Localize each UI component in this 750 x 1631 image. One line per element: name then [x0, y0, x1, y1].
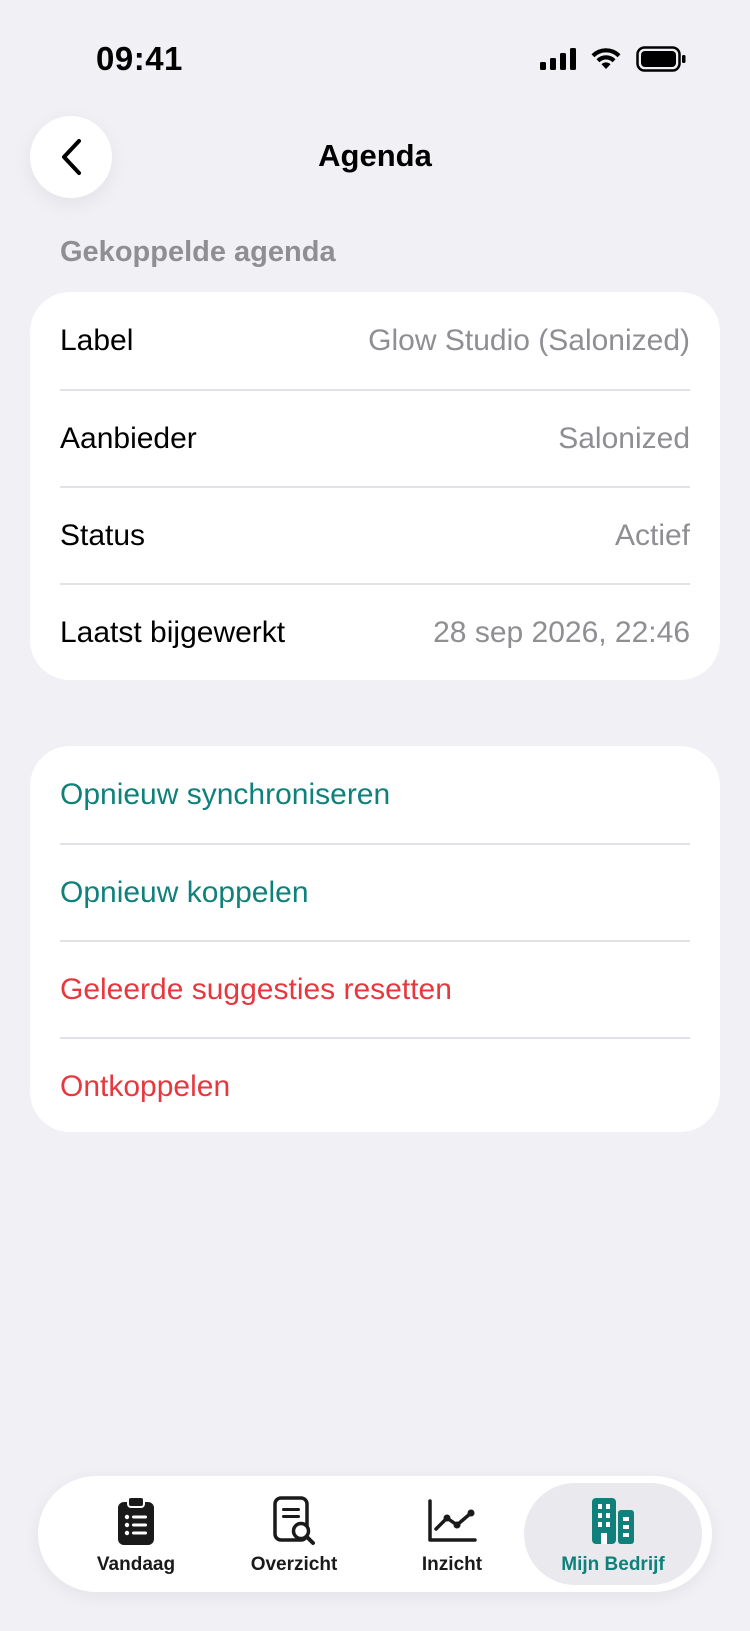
document-search-icon — [272, 1494, 316, 1548]
battery-icon — [636, 46, 686, 72]
unlink-label: Ontkoppelen — [60, 1069, 231, 1103]
tab-mijn-bedrijf[interactable]: Mijn Bedrijf — [524, 1483, 702, 1585]
page-title: Agenda — [318, 138, 432, 173]
tab-inzicht[interactable]: Inzicht — [372, 1476, 532, 1592]
info-key: Laatst bijgewerkt — [60, 615, 286, 649]
info-row-last-updated: Laatst bijgewerkt 28 sep 2026, 22:46 — [60, 583, 690, 680]
info-key: Status — [60, 518, 146, 552]
info-row-provider: Aanbieder Salonized — [60, 389, 690, 486]
info-value: Actief — [614, 518, 690, 552]
info-key: Label — [60, 323, 134, 357]
resync-button[interactable]: Opnieuw synchroniseren — [60, 746, 690, 843]
signal-icon — [540, 48, 576, 70]
linked-calendar-card: Label Glow Studio (Salonized) Aanbieder … — [30, 292, 720, 680]
relink-label: Opnieuw koppelen — [60, 875, 309, 909]
tab-vandaag[interactable]: Vandaag — [56, 1476, 216, 1592]
wifi-icon — [591, 48, 621, 69]
line-chart-icon — [427, 1494, 477, 1548]
info-row-status: Status Actief — [60, 486, 690, 583]
status-time: 09:41 — [96, 40, 183, 77]
info-key: Aanbieder — [60, 421, 197, 455]
info-value: Glow Studio (Salonized) — [368, 323, 690, 357]
reset-suggestions-button[interactable]: Geleerde suggesties resetten — [60, 940, 690, 1037]
clipboard-list-icon — [116, 1494, 156, 1548]
info-value: Salonized — [558, 421, 690, 455]
relink-button[interactable]: Opnieuw koppelen — [60, 843, 690, 940]
actions-card: Opnieuw synchroniseren Opnieuw koppelen … — [30, 746, 720, 1132]
info-row-label: Label Glow Studio (Salonized) — [60, 292, 690, 389]
tab-label: Overzicht — [250, 1554, 338, 1575]
resync-label: Opnieuw synchroniseren — [60, 777, 391, 811]
section-header: Gekoppelde agenda — [60, 236, 336, 268]
building-icon — [590, 1494, 636, 1548]
screen: 09:41 Agenda Gekoppelde agenda Label Glo… — [0, 0, 750, 1631]
info-value: 28 sep 2026, 22:46 — [433, 615, 690, 649]
tab-label: Vandaag — [96, 1554, 176, 1575]
unlink-button[interactable]: Ontkoppelen — [60, 1037, 690, 1132]
tab-label: Inzicht — [421, 1554, 483, 1575]
reset-suggestions-label: Geleerde suggesties resetten — [60, 972, 452, 1006]
tab-overzicht[interactable]: Overzicht — [214, 1476, 374, 1592]
tab-bar: Vandaag Overzicht Inzicht Mijn Bedrijf — [38, 1476, 712, 1592]
tab-label: Mijn Bedrijf — [561, 1554, 665, 1575]
status-icons — [540, 46, 686, 72]
